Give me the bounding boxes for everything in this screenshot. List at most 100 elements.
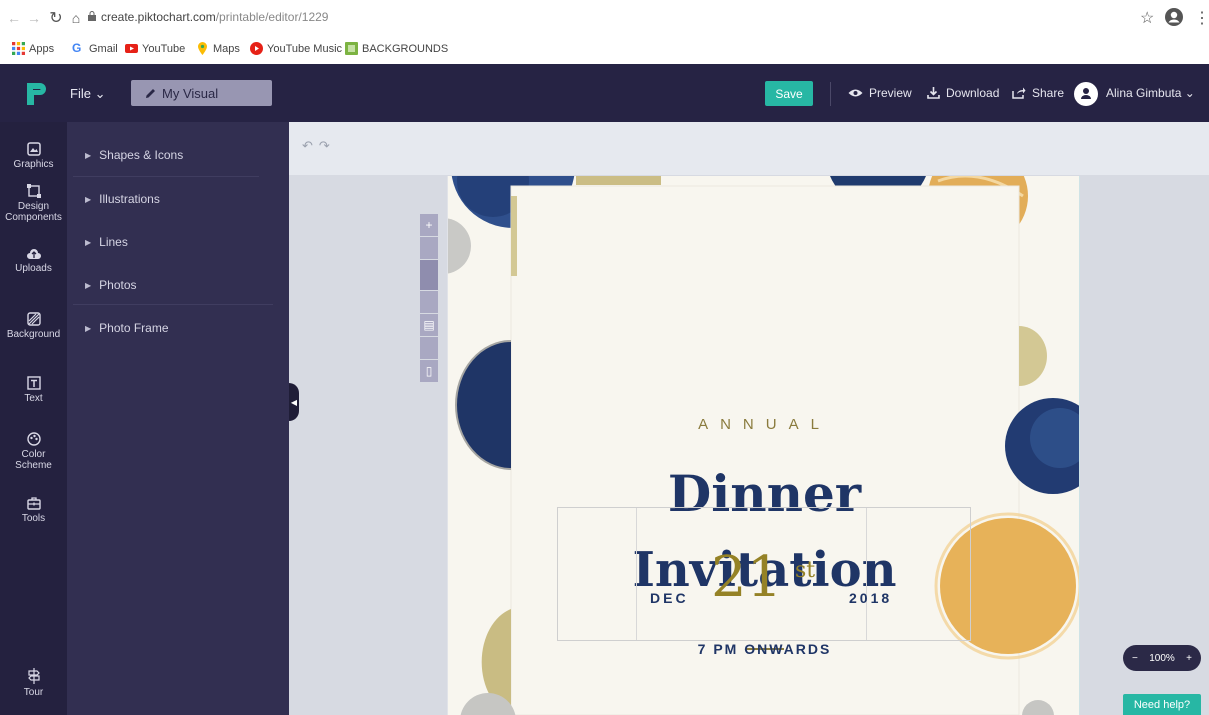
undo-redo-controls: ↶↷ bbox=[302, 138, 336, 154]
caret-right-icon: ▶ bbox=[85, 194, 92, 204]
bookmark-label: Gmail bbox=[89, 42, 118, 55]
bookmark-star-icon[interactable]: ☆ bbox=[1140, 8, 1154, 28]
need-help-button[interactable]: Need help? bbox=[1123, 694, 1201, 715]
navy-half-circle-decor bbox=[456, 341, 511, 469]
profile-icon[interactable] bbox=[1164, 7, 1184, 27]
date-day[interactable]: 21 bbox=[711, 548, 782, 608]
bookmark-backgrounds[interactable]: BACKGROUNDS bbox=[345, 42, 448, 55]
bookmark-youtube-music[interactable]: YouTube Music bbox=[250, 42, 342, 55]
date-day-suffix[interactable]: st bbox=[795, 558, 815, 583]
invitation-canvas[interactable]: ANNUAL Dinner Invitation DEC 21 st 2018 … bbox=[447, 176, 1080, 715]
preview-button[interactable]: Preview bbox=[848, 86, 912, 100]
annual-heading[interactable]: ANNUAL bbox=[448, 416, 1079, 433]
zoom-level: 100% bbox=[1149, 652, 1175, 664]
eye-icon bbox=[848, 89, 863, 97]
user-icon bbox=[1081, 88, 1091, 99]
gold-small-decor bbox=[1019, 326, 1047, 386]
browser-toolbar: ← → ↻ ⌂ create.piktochart.com/printable/… bbox=[0, 0, 1209, 36]
rail-item-text[interactable]: Text bbox=[0, 376, 67, 404]
rail-item-graphics[interactable]: Graphics bbox=[0, 142, 67, 170]
add-block-icon[interactable]: + bbox=[420, 214, 438, 236]
caret-left-icon: ◀ bbox=[290, 397, 298, 407]
reload-icon[interactable]: ↻ bbox=[46, 8, 66, 28]
rail-item-background[interactable]: Background bbox=[0, 312, 67, 340]
panel-item-illustrations[interactable]: ▶ Illustrations bbox=[85, 192, 160, 206]
bookmarks-bar: Apps G Gmail YouTube Maps YouTube Music … bbox=[0, 36, 1209, 64]
folder-icon bbox=[345, 42, 358, 55]
bookmark-label: BACKGROUNDS bbox=[362, 42, 449, 55]
piktochart-logo-icon[interactable] bbox=[25, 82, 47, 106]
rail-label: Background bbox=[6, 329, 61, 340]
share-button[interactable]: Share bbox=[1012, 86, 1064, 100]
document-title-field[interactable]: My Visual bbox=[131, 80, 272, 106]
lock-icon bbox=[88, 11, 96, 21]
rail-item-uploads[interactable]: Uploads bbox=[0, 248, 67, 274]
gold-wash-decor bbox=[576, 176, 661, 185]
bookmark-gmail[interactable]: G Gmail bbox=[72, 42, 118, 55]
rail-label: Uploads bbox=[15, 263, 52, 274]
panel-item-label: Photos bbox=[99, 278, 137, 292]
panel-divider bbox=[73, 176, 259, 177]
panel-item-label: Lines bbox=[99, 235, 128, 249]
settings-icon[interactable] bbox=[420, 337, 438, 359]
undo-icon[interactable]: ↶ bbox=[302, 138, 319, 153]
panel-item-label: Illustrations bbox=[99, 192, 160, 206]
avatar[interactable] bbox=[1074, 82, 1098, 106]
rail-item-color-scheme[interactable]: Color Scheme bbox=[0, 432, 67, 471]
panel-item-photo-frame[interactable]: ▶ Photo Frame bbox=[85, 321, 169, 335]
panel-item-shapes-icons[interactable]: ▶ Shapes & Icons bbox=[85, 148, 183, 162]
zoom-control: − 100% + bbox=[1123, 645, 1201, 671]
forward-arrow-icon[interactable]: → bbox=[24, 8, 44, 28]
menu-kebab-icon[interactable]: ⋮ bbox=[1194, 8, 1209, 28]
address-bar[interactable]: create.piktochart.com/printable/editor/1… bbox=[101, 10, 328, 24]
bookmark-label: Maps bbox=[213, 42, 240, 55]
move-down-icon[interactable] bbox=[420, 291, 438, 313]
panel-collapse-handle[interactable]: ◀ bbox=[289, 383, 299, 421]
graphics-icon bbox=[26, 142, 41, 156]
zoom-out-button[interactable]: − bbox=[1132, 653, 1138, 664]
event-time[interactable]: 7 PM ONWARDS bbox=[448, 641, 1079, 657]
move-up-icon[interactable] bbox=[420, 237, 438, 259]
delete-icon[interactable]: ▯ bbox=[420, 360, 438, 382]
rail-label: Tools bbox=[21, 513, 46, 524]
block-option-icon[interactable] bbox=[420, 260, 438, 290]
silver-glitter-decor bbox=[448, 218, 471, 274]
bookmark-label: YouTube Music bbox=[267, 42, 343, 55]
user-name: Alina Gimbuta bbox=[1106, 86, 1182, 100]
youtube-music-icon bbox=[250, 42, 263, 55]
download-button[interactable]: Download bbox=[927, 86, 999, 100]
zoom-in-button[interactable]: + bbox=[1186, 653, 1192, 664]
url-path: /printable/editor/1229 bbox=[215, 10, 329, 24]
home-icon[interactable]: ⌂ bbox=[66, 8, 86, 28]
panel-item-photos[interactable]: ▶ Photos bbox=[85, 278, 137, 292]
save-button[interactable]: Save bbox=[765, 81, 813, 106]
share-icon bbox=[1012, 87, 1026, 99]
rail-item-tools[interactable]: Tools bbox=[0, 496, 67, 524]
share-label: Share bbox=[1032, 86, 1065, 100]
editor-top-bar: File ⌄ My Visual Save Preview Download S… bbox=[0, 64, 1209, 122]
user-menu[interactable]: Alina Gimbuta ⌄ bbox=[1106, 86, 1195, 100]
bookmark-youtube[interactable]: YouTube bbox=[125, 42, 185, 55]
url-host: create.piktochart.com bbox=[101, 10, 216, 24]
back-arrow-icon[interactable]: ← bbox=[4, 8, 24, 28]
tools-icon bbox=[26, 497, 41, 510]
youtube-icon bbox=[125, 44, 138, 53]
rail-label: Graphics bbox=[13, 159, 54, 170]
tour-icon bbox=[27, 668, 40, 684]
bookmark-label: Apps bbox=[29, 42, 55, 55]
bookmark-apps[interactable]: Apps bbox=[12, 42, 54, 55]
date-box-divider bbox=[866, 508, 867, 640]
preview-label: Preview bbox=[869, 86, 912, 100]
rail-item-tour[interactable]: Tour bbox=[0, 668, 67, 698]
design-components-icon bbox=[26, 184, 41, 198]
duplicate-icon[interactable]: ▤ bbox=[420, 314, 438, 336]
color-scheme-icon bbox=[26, 432, 41, 446]
file-menu[interactable]: File ⌄ bbox=[70, 86, 105, 102]
date-month[interactable]: DEC bbox=[650, 590, 689, 606]
bookmark-maps[interactable]: Maps bbox=[196, 42, 240, 55]
date-year[interactable]: 2018 bbox=[849, 590, 892, 606]
panel-item-lines[interactable]: ▶ Lines bbox=[85, 235, 128, 249]
rail-item-design-components[interactable]: Design Components bbox=[0, 184, 67, 223]
redo-icon[interactable]: ↷ bbox=[319, 138, 336, 153]
text-icon bbox=[26, 376, 41, 390]
